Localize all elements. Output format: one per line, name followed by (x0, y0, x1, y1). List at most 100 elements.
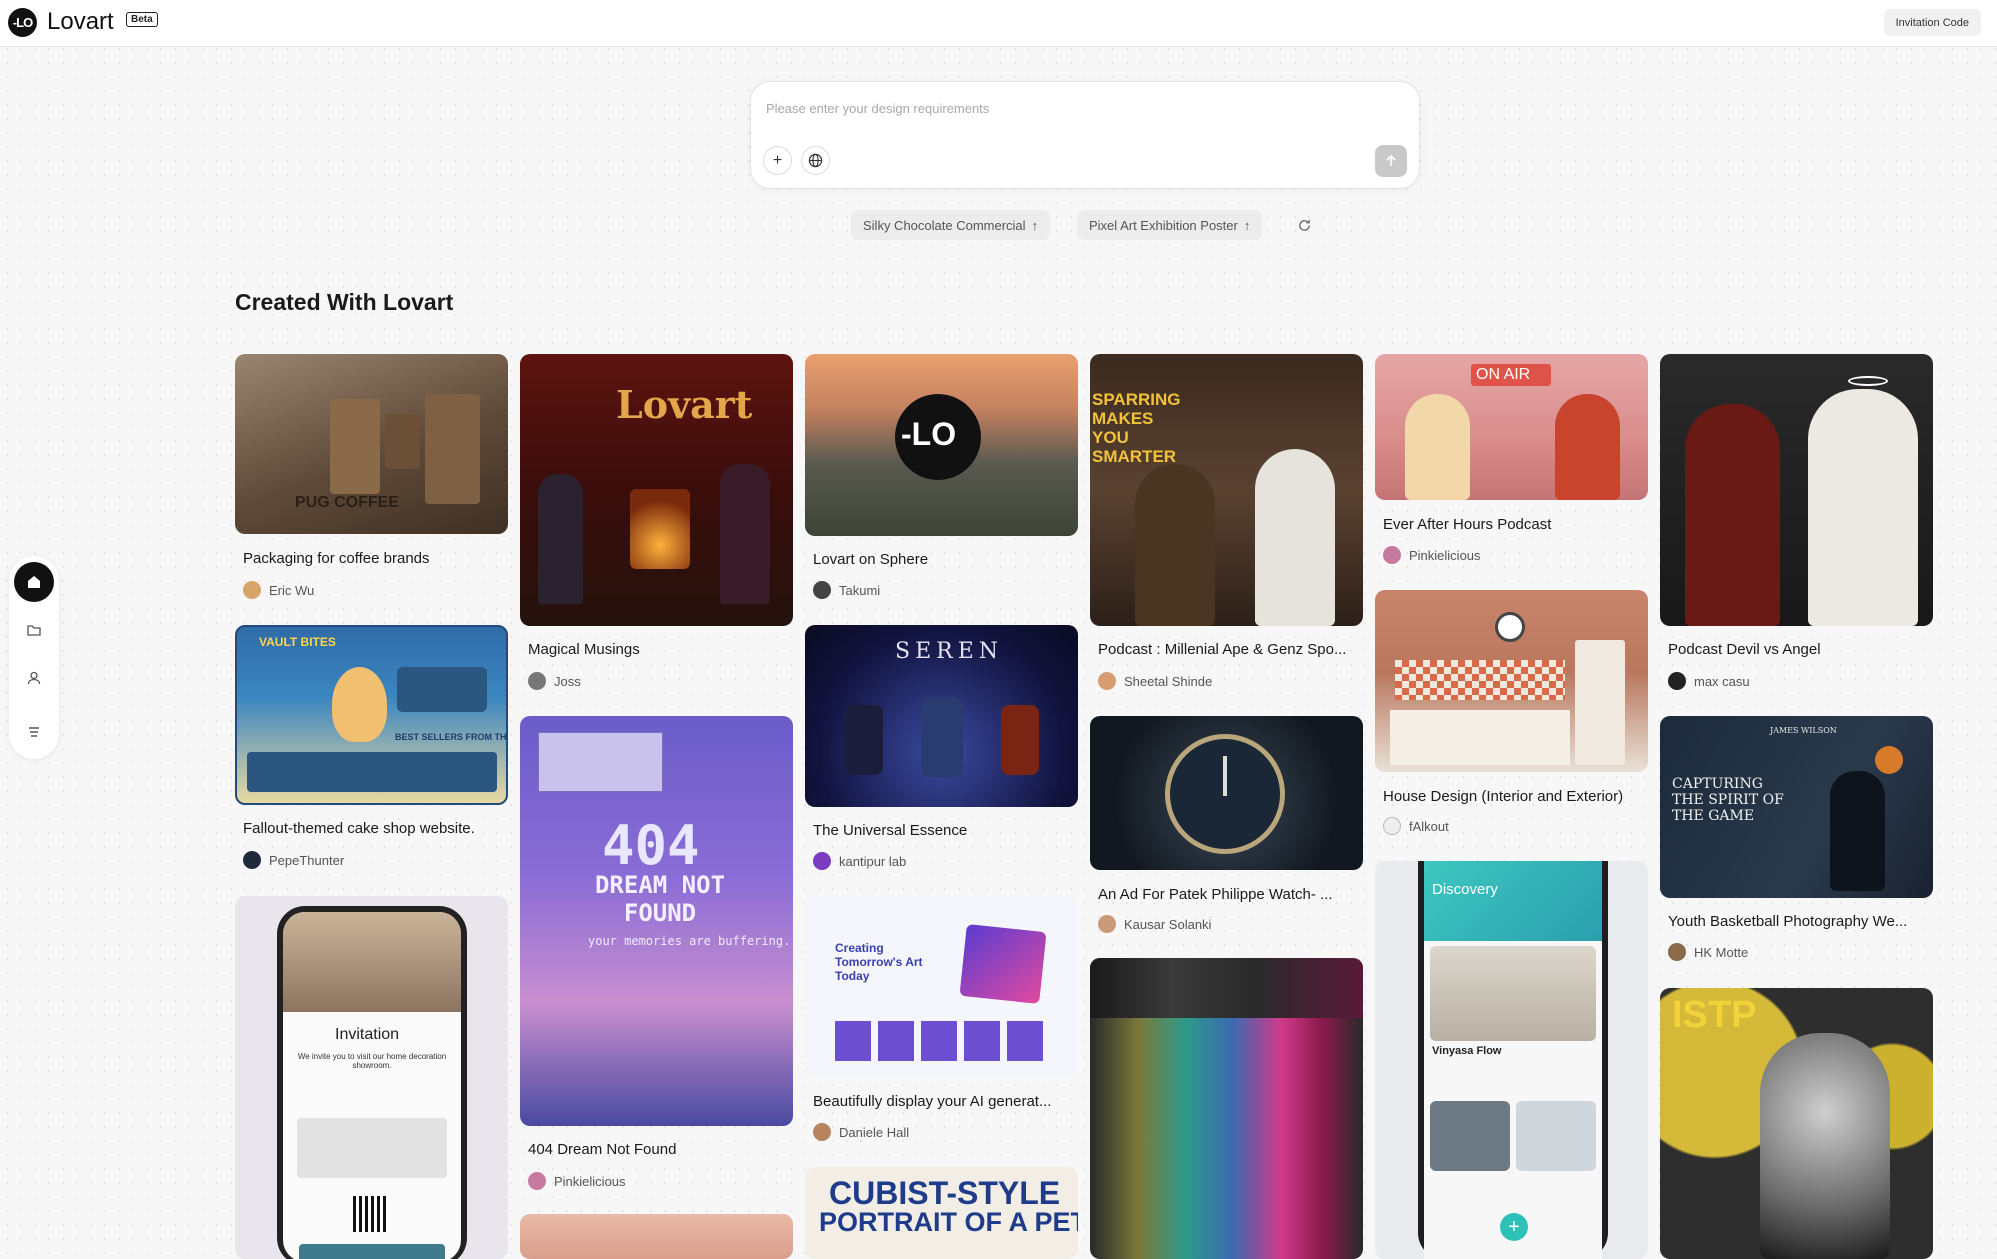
author-name: Eric Wu (269, 582, 315, 598)
card-thumbnail[interactable]: SPARRING MAKES YOU SMARTER (1090, 354, 1363, 626)
thumbnail-text: SEREN (895, 639, 1004, 664)
card-thumbnail[interactable]: VAULT BITES BEST SELLERS FROM THE WASTEL… (235, 625, 508, 805)
gallery-card[interactable]: SPARRING MAKES YOU SMARTER Podcast : Mil… (1090, 354, 1363, 694)
user-icon[interactable] (14, 658, 54, 698)
card-thumbnail[interactable]: Creating Tomorrow's Art Today (805, 896, 1078, 1078)
card-title: Packaging for coffee brands (243, 550, 430, 567)
invitation-code-button[interactable]: Invitation Code (1883, 9, 1981, 36)
section-title: Created With Lovart (235, 289, 454, 315)
card-author: Sheetal Shinde (1098, 672, 1212, 690)
card-thumbnail[interactable] (520, 1214, 793, 1259)
gallery-card[interactable]: -LO Lovart on Sphere Takumi (805, 354, 1078, 604)
thumbnail-text: Invitation (335, 1026, 400, 1043)
suggestion-label: Pixel Art Exhibition Poster (1089, 217, 1238, 233)
card-thumbnail[interactable]: PUG COFFEE (235, 354, 508, 534)
card-author: kantipur lab (813, 852, 906, 870)
arrow-up-icon: ↑ (1243, 217, 1251, 233)
gallery-card[interactable]: Discovery Vinyasa Flow + (1375, 861, 1648, 1259)
gallery-card[interactable]: SEREN The Universal Essence kantipur lab (805, 625, 1078, 875)
gallery-card[interactable]: House Design (Interior and Exterior) fAl… (1375, 590, 1648, 840)
avatar (528, 1172, 546, 1190)
gallery-card[interactable]: ON AIR Ever After Hours Podcast Pinkieli… (1375, 354, 1648, 569)
avatar (1098, 915, 1116, 933)
refresh-icon[interactable] (1292, 213, 1316, 237)
design-requirements-input[interactable] (766, 98, 1366, 118)
card-thumbnail[interactable]: SEREN (805, 625, 1078, 807)
card-thumbnail[interactable] (1375, 590, 1648, 772)
gallery-card[interactable]: Invitation We invite you to visit our ho… (235, 896, 508, 1259)
folder-icon[interactable] (14, 610, 54, 650)
gallery-card[interactable]: An Ad For Patek Philippe Watch- ... Kaus… (1090, 716, 1363, 938)
card-title: Podcast Devil vs Angel (1668, 641, 1821, 658)
suggestion-chip[interactable]: Pixel Art Exhibition Poster ↑ (1077, 210, 1263, 240)
author-name: fAlkout (1409, 818, 1449, 834)
gallery-card[interactable]: ISTP (1660, 988, 1933, 1259)
author-name: max casu (1694, 673, 1750, 689)
card-thumbnail[interactable] (1090, 958, 1363, 1259)
thumbnail-text: -LO (901, 416, 957, 452)
card-title: Fallout-themed cake shop website. (243, 820, 475, 837)
card-title: Beautifully display your AI generat... (813, 1093, 1052, 1110)
card-thumbnail[interactable] (1660, 354, 1933, 626)
gallery-card[interactable]: 404 DREAM NOT FOUND your memories are bu… (520, 716, 793, 1201)
thumbnail-text: Creating Tomorrow's Art Today (835, 941, 923, 983)
suggestion-label: Silky Chocolate Commercial (863, 217, 1026, 233)
globe-icon[interactable] (801, 146, 830, 175)
card-title: An Ad For Patek Philippe Watch- ... (1098, 886, 1333, 903)
card-author: Daniele Hall (813, 1123, 909, 1141)
gallery-card[interactable]: Lovart Magical Musings Joss (520, 354, 793, 694)
lovart-logo-icon[interactable]: -LO (8, 8, 37, 37)
card-author: fAlkout (1383, 817, 1449, 835)
author-name: HK Motte (1694, 944, 1749, 960)
thumbnail-text: Lovart (616, 382, 753, 427)
suggestion-chip[interactable]: Silky Chocolate Commercial ↑ (851, 210, 1051, 240)
card-author: Takumi (813, 581, 880, 599)
card-author: Pinkielicious (528, 1172, 626, 1190)
card-thumbnail[interactable]: CUBIST-STYLE PORTRAIT OF A PET (805, 1167, 1078, 1259)
card-author: Joss (528, 672, 581, 690)
card-author: Pinkielicious (1383, 546, 1481, 564)
brand-name[interactable]: Lovart (47, 8, 114, 36)
thumbnail-text: ON AIR (1476, 366, 1531, 383)
thumbnail-subtext: DREAM NOT FOUND (594, 871, 726, 927)
card-thumbnail[interactable]: JAMES WILSON CAPTURING THE SPIRIT OF THE… (1660, 716, 1933, 898)
card-author: Kausar Solanki (1098, 915, 1211, 933)
thumbnail-text: PUG COFFEE (295, 494, 400, 511)
author-name: Sheetal Shinde (1124, 673, 1213, 689)
card-thumbnail[interactable]: ON AIR (1375, 354, 1648, 500)
send-arrow-up-icon[interactable] (1375, 145, 1407, 177)
gallery-card[interactable] (1090, 958, 1363, 1259)
card-title: Podcast : Millenial Ape & Genz Spo... (1098, 641, 1347, 658)
avatar (813, 852, 831, 870)
avatar (243, 851, 261, 869)
beta-badge: Beta (126, 12, 158, 27)
menu-icon[interactable] (14, 712, 54, 752)
card-thumbnail[interactable]: -LO (805, 354, 1078, 536)
gallery-card[interactable]: Creating Tomorrow's Art Today Beautifull… (805, 896, 1078, 1146)
gallery-card[interactable]: CUBIST-STYLE PORTRAIT OF A PET (805, 1167, 1078, 1259)
card-thumbnail[interactable]: Lovart (520, 354, 793, 626)
arrow-up-icon: ↑ (1031, 217, 1039, 233)
author-name: Takumi (839, 582, 881, 598)
card-thumbnail[interactable]: Invitation We invite you to visit our ho… (235, 896, 508, 1259)
avatar (1383, 817, 1401, 835)
gallery-card[interactable]: PUG COFFEE Packaging for coffee brands E… (235, 354, 508, 604)
home-icon[interactable] (14, 562, 54, 602)
avatar (1098, 672, 1116, 690)
card-thumbnail[interactable] (1090, 716, 1363, 870)
gallery-card[interactable] (520, 1214, 793, 1259)
thumbnail-text: CAPTURING THE SPIRIT OF THE GAME (1672, 776, 1784, 824)
card-author: max casu (1668, 672, 1750, 690)
gallery-card[interactable]: VAULT BITES BEST SELLERS FROM THE WASTEL… (235, 625, 508, 870)
author-name: Pinkielicious (1409, 547, 1481, 563)
card-author: HK Motte (1668, 943, 1748, 961)
plus-icon[interactable]: + (763, 146, 792, 175)
thumbnail-subtext: We invite you to visit our home decorati… (297, 1052, 447, 1070)
thumbnail-subtext: BEST SELLERS FROM THE WASTELAND (395, 732, 507, 742)
avatar (1668, 943, 1686, 961)
gallery-card[interactable]: Podcast Devil vs Angel max casu (1660, 354, 1933, 694)
card-thumbnail[interactable]: 404 DREAM NOT FOUND your memories are bu… (520, 716, 793, 1126)
card-thumbnail[interactable]: ISTP (1660, 988, 1933, 1259)
card-thumbnail[interactable]: Discovery Vinyasa Flow + (1375, 861, 1648, 1259)
gallery-card[interactable]: JAMES WILSON CAPTURING THE SPIRIT OF THE… (1660, 716, 1933, 966)
